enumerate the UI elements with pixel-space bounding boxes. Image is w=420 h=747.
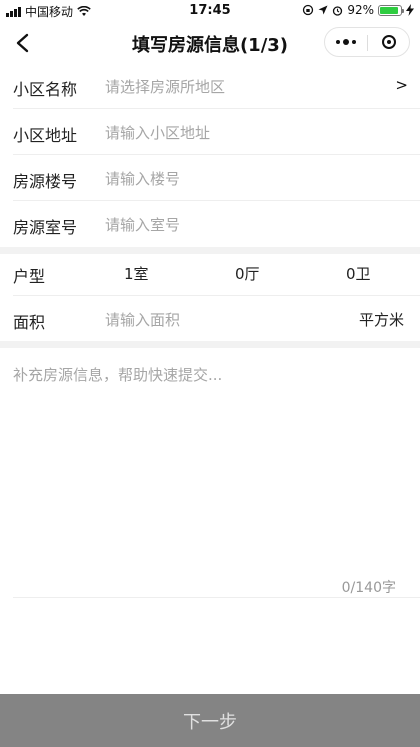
layout-baths-picker[interactable]: 0卫 xyxy=(346,263,371,284)
area-row: 面积 请输入面积 平方米 xyxy=(0,297,420,342)
more-button[interactable] xyxy=(325,28,367,56)
close-miniprogram-button[interactable] xyxy=(368,28,410,56)
more-icon xyxy=(336,40,340,44)
room-no-label: 房源室号 xyxy=(13,218,78,237)
community-address-row: 小区地址 请输入小区地址 xyxy=(0,110,420,155)
battery-percent: 92% xyxy=(347,3,374,17)
more-icon-center xyxy=(343,39,349,45)
character-counter: 0/140字 xyxy=(341,580,396,596)
divider xyxy=(13,108,420,109)
supplement-placeholder: 补充房源信息，帮助快速提交... xyxy=(13,366,223,384)
divider xyxy=(13,200,420,201)
alarm-icon xyxy=(333,5,343,16)
area-unit: 平方米 xyxy=(358,311,404,329)
community-name-row[interactable]: 小区名称 请选择房源所地区 > xyxy=(0,64,420,109)
divider xyxy=(13,597,420,598)
charging-icon xyxy=(406,4,414,16)
divider xyxy=(13,154,420,155)
supplement-textarea[interactable]: 补充房源信息，帮助快速提交... 0/140字 xyxy=(0,347,420,599)
community-name-label: 小区名称 xyxy=(13,80,78,99)
divider xyxy=(13,295,420,296)
community-address-label: 小区地址 xyxy=(13,126,78,145)
building-no-row: 房源楼号 请输入楼号 xyxy=(0,156,420,201)
lock-rotation-icon xyxy=(303,4,314,16)
nav-bar: 填写房源信息(1/3) xyxy=(0,22,420,64)
location-icon xyxy=(318,5,328,15)
building-no-input[interactable]: 请输入楼号 xyxy=(105,168,365,189)
next-step-button[interactable]: 下一步 xyxy=(0,694,420,747)
room-no-input[interactable]: 请输入室号 xyxy=(105,214,365,235)
area-label: 面积 xyxy=(13,313,46,332)
community-address-input[interactable]: 请输入小区地址 xyxy=(105,122,365,143)
layout-label: 户型 xyxy=(13,267,46,286)
layout-halls-picker[interactable]: 0厅 xyxy=(235,263,260,284)
miniprogram-capsule xyxy=(324,27,410,57)
status-right: 92% xyxy=(302,3,414,17)
chevron-right-icon: > xyxy=(395,76,408,94)
area-input[interactable]: 请输入面积 xyxy=(105,309,365,330)
layout-rooms-picker[interactable]: 1室 xyxy=(124,263,149,284)
target-icon xyxy=(382,35,396,49)
building-no-label: 房源楼号 xyxy=(13,172,78,191)
status-bar: 中国移动 17:45 92% xyxy=(0,0,420,22)
more-icon-end xyxy=(352,40,356,44)
room-no-row: 房源室号 请输入室号 xyxy=(0,202,420,247)
layout-row: 户型 1室 0厅 0卫 xyxy=(0,251,420,296)
community-name-select[interactable]: 请选择房源所地区 xyxy=(105,76,365,97)
battery-icon xyxy=(378,4,404,16)
